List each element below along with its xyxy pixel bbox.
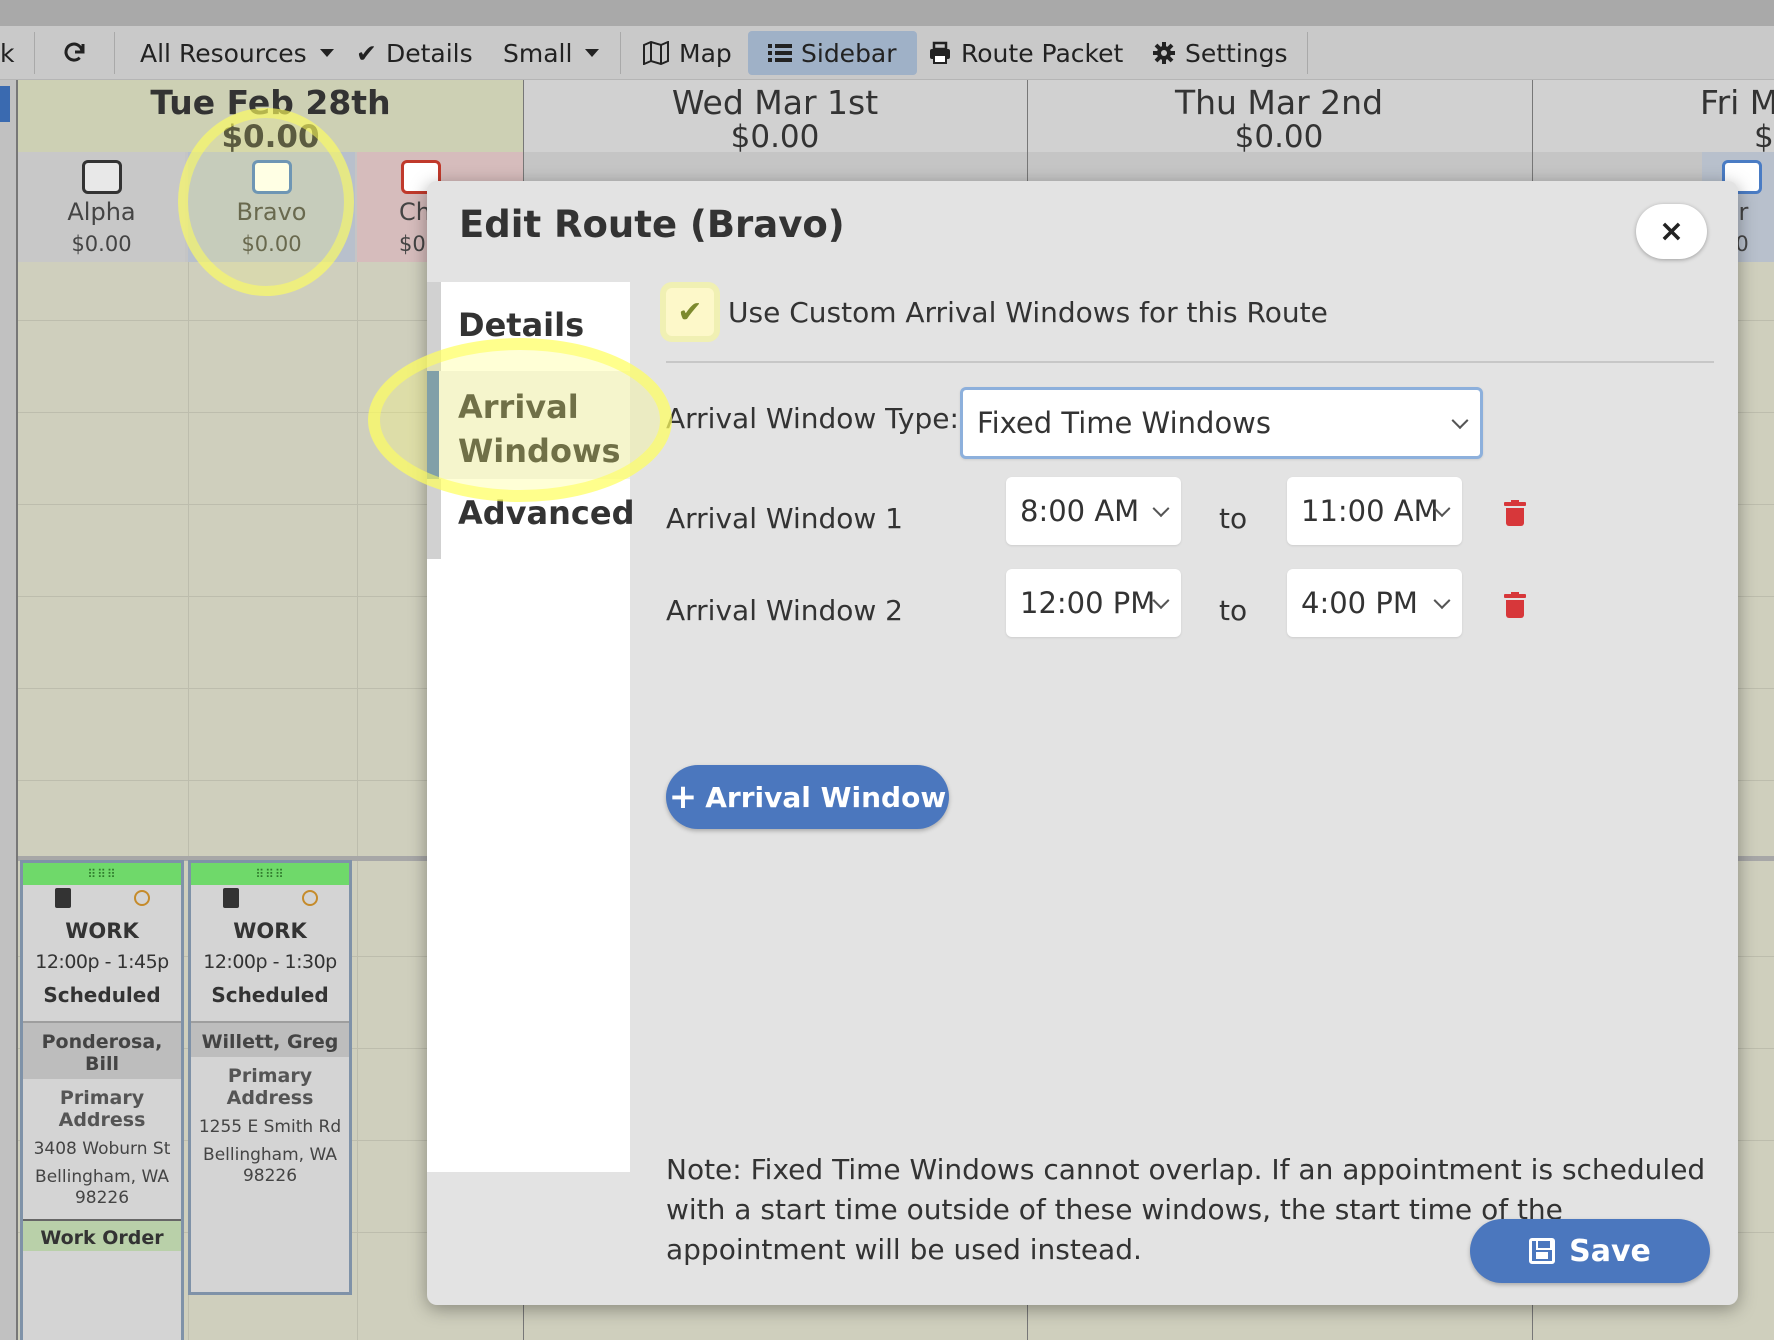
toolbar-separator — [114, 32, 115, 74]
window-top-strip — [0, 0, 1774, 26]
drag-handle[interactable]: ⠿⠿⠿ — [191, 863, 349, 885]
resource-alpha[interactable]: Alpha $0.00 — [18, 152, 185, 262]
chevron-down-icon — [1433, 592, 1451, 610]
status-circle-icon — [301, 890, 318, 906]
appointment-card[interactable]: ⠿⠿⠿ WORK 12:00p - 1:45p Scheduled Ponder… — [20, 860, 184, 1340]
toolbar-separator — [620, 32, 621, 74]
document-icon[interactable] — [222, 888, 239, 908]
map-button[interactable]: Map — [642, 31, 732, 75]
caret-down-icon — [319, 49, 334, 57]
toolbar-prev-fragment[interactable]: k — [0, 31, 14, 75]
map-icon — [643, 41, 669, 65]
window-type-select[interactable]: Fixed Time Windows — [960, 387, 1483, 459]
refresh-icon — [64, 42, 85, 62]
settings-button[interactable]: Settings — [1152, 31, 1288, 75]
toolbar-separator — [34, 32, 35, 74]
window-type-label: Arrival Window Type: — [666, 402, 959, 435]
window-2-start-select[interactable]: 12:00 PM — [1006, 569, 1181, 637]
refresh-button[interactable] — [62, 31, 86, 75]
left-edge-marker — [0, 86, 10, 122]
delete-window-1-trash-icon[interactable] — [1504, 500, 1526, 526]
details-toggle[interactable]: ✔ Details — [356, 31, 473, 75]
drag-handle[interactable]: ⠿⠿⠿ — [23, 863, 181, 885]
resource-bravo[interactable]: Bravo $0.00 — [188, 152, 355, 262]
save-button[interactable]: Save — [1470, 1219, 1710, 1283]
window-1-start-select[interactable]: 8:00 AM — [1006, 477, 1181, 545]
toolbar: k All Resources ✔ Details Small Map Sideb… — [0, 26, 1774, 80]
toolbar-separator — [1307, 32, 1308, 74]
delete-window-2-trash-icon[interactable] — [1504, 592, 1526, 618]
truck-icon — [251, 160, 292, 194]
day-header-1[interactable]: Tue Feb 28th $0.00 — [18, 80, 523, 153]
tab-arrival-windows[interactable]: Arrival Windows — [427, 371, 630, 479]
modal-title: Edit Route (Bravo) — [459, 203, 845, 246]
tab-advanced[interactable]: Advanced — [427, 479, 634, 559]
grid-line — [357, 262, 358, 1340]
window-1-end-select[interactable]: 11:00 AM — [1287, 477, 1462, 545]
close-icon: × — [1658, 214, 1685, 249]
to-label: to — [1219, 502, 1248, 535]
chevron-down-icon — [1152, 500, 1170, 518]
custom-windows-row[interactable]: ✔ Use Custom Arrival Windows for this Ro… — [666, 288, 1328, 336]
print-icon — [930, 41, 950, 64]
day-header-2[interactable]: Wed Mar 1st $0.00 — [523, 80, 1027, 153]
caret-down-icon — [585, 49, 600, 57]
to-label: to — [1219, 594, 1248, 627]
route-packet-button[interactable]: Route Packet — [928, 31, 1123, 75]
chevron-down-icon — [1451, 412, 1469, 430]
checkmark-icon: ✔ — [677, 294, 703, 330]
all-resources-dropdown[interactable]: All Resources — [140, 31, 334, 75]
add-arrival-window-button[interactable]: + Arrival Window — [666, 765, 949, 829]
day-header-4[interactable]: Fri M $0 — [1532, 80, 1774, 153]
sidebar-button[interactable]: Sidebar — [748, 31, 917, 75]
document-icon[interactable] — [54, 888, 71, 908]
modal-side-nav: Details Arrival Windows Advanced — [427, 282, 634, 1172]
appointment-card[interactable]: ⠿⠿⠿ WORK 12:00p - 1:30p Scheduled Willet… — [188, 860, 352, 1295]
arrival-window-2-label: Arrival Window 2 — [666, 594, 903, 627]
calendar-left-edge — [0, 80, 18, 1340]
checkmark-icon: ✔ — [356, 38, 377, 68]
tab-details[interactable]: Details — [427, 300, 630, 371]
custom-windows-checkbox[interactable]: ✔ — [666, 288, 714, 336]
window-2-end-select[interactable]: 4:00 PM — [1287, 569, 1462, 637]
gear-icon — [1153, 42, 1175, 64]
divider — [666, 361, 1714, 363]
size-dropdown[interactable]: Small — [503, 31, 600, 75]
truck-icon — [81, 160, 122, 194]
plus-icon: + — [668, 777, 698, 817]
save-icon — [1529, 1238, 1556, 1264]
close-button[interactable]: × — [1636, 204, 1707, 259]
status-circle-icon — [133, 890, 150, 906]
edit-route-modal: Edit Route (Bravo) × Details Arrival Win… — [427, 181, 1738, 1305]
day-header-3[interactable]: Thu Mar 2nd $0.00 — [1027, 80, 1531, 153]
arrival-window-1-label: Arrival Window 1 — [666, 502, 903, 535]
list-icon — [768, 44, 792, 62]
